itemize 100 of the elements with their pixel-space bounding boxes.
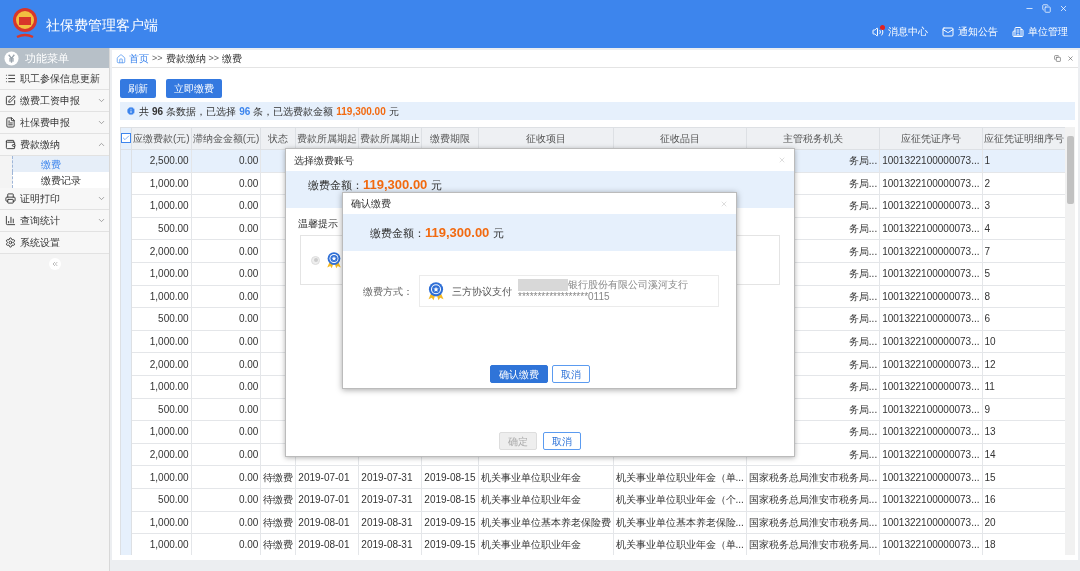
table-cell: 1,000.00 (149, 426, 189, 438)
cancel-button[interactable]: 取消 (543, 432, 581, 450)
table-cell: 1,000.00 (149, 336, 189, 348)
table-cell: 2,000.00 (149, 245, 189, 257)
table-cell: 机关事业单位职业年金 (480, 471, 581, 483)
table-cell: 1,000.00 (149, 290, 189, 302)
table-cell: 0.00 (238, 449, 259, 460)
table-cell: 15 (984, 471, 996, 483)
confirm-button[interactable]: 确认缴费 (489, 365, 548, 383)
count-value: 96 (239, 104, 251, 119)
table-cell: 0.00 (238, 200, 259, 212)
table-cell: 0.00 (238, 381, 259, 393)
table-cell: 12 (984, 358, 996, 370)
table-cell: 2019-09-15 (424, 516, 476, 528)
table-row[interactable]: 500.00 0.00 待缴费 2019-07-01 2019-07-31 2019-08-15 机关事业单位职业年金 机关事业单位职业年金（个... 国家税务总局淮安市税务局... 1001322100000073... 16 (120, 488, 1065, 511)
table-cell: 待缴费 (263, 471, 294, 483)
table-row[interactable]: 1,000.00 0.00 待缴费 2019-08-01 2019-08-31 2019-09-15 机关事业单位基本养老保险费 机关事业单位基本养老保险... 国家税务总局淮安市税务局... 1001322100000073... 20 (120, 511, 1065, 534)
column-header: 应缴费款(元) (131, 127, 192, 150)
info-text: 条数据，已选择 (166, 104, 237, 119)
table-cell: 1001322100000073... (882, 245, 980, 257)
header-link[interactable]: 消息中心 (888, 24, 928, 39)
table-cell: 500.00 (158, 494, 189, 506)
table-cell: 0.00 (238, 177, 259, 189)
toolbar-button[interactable]: 立即缴费 (166, 79, 222, 98)
toolbar-button[interactable]: 刷新 (120, 79, 156, 98)
amount-value: 119,300.00 (425, 225, 490, 239)
header-link[interactable]: 单位管理 (1028, 24, 1068, 39)
table-cell: 2019-08-15 (424, 471, 476, 483)
table-cell: 2019-07-31 (361, 471, 413, 483)
table-cell: 0.00 (238, 426, 259, 438)
table-cell: 1,000.00 (149, 381, 189, 393)
table-cell: 务局... (848, 155, 878, 167)
table-row[interactable]: 1,000.00 0.00 待缴费 2019-08-01 2019-08-31 2019-09-15 机关事业单位职业年金 机关事业单位职业年金（单... 国家税务总局淮安市税务局... 1001322100000073... 18 (120, 533, 1065, 555)
table-cell: 务局... (848, 358, 878, 370)
table-cell: 务局... (848, 336, 878, 348)
table-cell: 1,000.00 (149, 516, 189, 528)
info-text: 元 (388, 104, 399, 119)
table-cell: 0.00 (238, 358, 259, 370)
count-value: 96 (152, 104, 164, 119)
table-cell: 14 (984, 449, 996, 460)
tip-label: 温馨提示 (298, 217, 338, 231)
info-text: 共 (139, 104, 149, 119)
table-cell: 1,000.00 (149, 177, 189, 189)
table-cell: 1001322100000073... (882, 381, 980, 393)
header-link[interactable]: 通知公告 (958, 24, 998, 39)
table-cell: 务局... (848, 381, 878, 393)
table-cell: 务局... (848, 290, 878, 302)
column-header: 应征凭证序号 (879, 127, 982, 150)
amount-value: 119,300.00 (363, 178, 428, 191)
table-cell: 0.00 (238, 336, 259, 348)
table-cell: 务局... (848, 268, 878, 280)
table-cell: 0.00 (238, 155, 259, 167)
table-cell: 1,000.00 (149, 268, 189, 280)
table-cell: 2019-07-01 (298, 494, 350, 506)
table-cell: 1001322100000073... (882, 313, 980, 325)
table-cell: 1001322100000073... (882, 516, 980, 528)
table-cell: 1001322100000073... (882, 358, 980, 370)
table-cell: 务局... (848, 200, 878, 212)
submenu-item[interactable]: 缴费记录 (12, 172, 109, 188)
amount-value: 119,300.00 (336, 104, 386, 119)
table-cell: 1 (984, 155, 991, 167)
table-cell: 国家税务总局淮安市税务局... (748, 494, 878, 506)
table-cell: 1001322100000073... (882, 268, 980, 280)
table-cell: 待缴费 (263, 516, 294, 528)
table-cell: 2019-08-15 (424, 494, 476, 506)
table-cell: 16 (984, 494, 996, 506)
table-cell: 机关事业单位职业年金 (480, 494, 581, 506)
table-cell: 2 (984, 177, 991, 189)
table-cell: 2019-08-01 (298, 539, 350, 551)
amount-label: 缴费金额： (308, 179, 363, 192)
table-cell: 3 (984, 200, 991, 212)
table-cell: 1001322100000073... (882, 539, 980, 551)
table-cell: 1,000.00 (149, 200, 189, 212)
table-cell: 9 (984, 403, 991, 415)
table-cell: 0.00 (238, 516, 259, 528)
payment-method-card[interactable]: 三方协议支付 银行股份有限公司溪河支行 ******************0115 (419, 275, 719, 307)
table-cell: 0.00 (238, 268, 259, 280)
table-cell: 机关事业单位职业年金 (480, 539, 581, 551)
cancel-button[interactable]: 取消 (551, 365, 590, 383)
breadcrumb-link[interactable]: 首页 (129, 51, 149, 66)
app-title: 社保费管理客户端 (46, 16, 158, 35)
table-cell: 2019-07-31 (361, 494, 413, 506)
table-cell: 1001322100000073... (882, 200, 980, 212)
table-row[interactable]: 1,000.00 0.00 待缴费 2019-07-01 2019-07-31 2019-08-15 机关事业单位职业年金 机关事业单位职业年金（单... 国家税务总局淮安市税务局... 1001322100000073... 15 (120, 465, 1065, 489)
table-cell: 1001322100000073... (882, 223, 980, 235)
table-cell: 务局... (848, 245, 878, 257)
table-cell: 8 (984, 290, 991, 302)
table-cell: 1,000.00 (149, 539, 189, 551)
table-cell: 500.00 (158, 403, 189, 415)
table-cell: 0.00 (238, 313, 259, 325)
table-cell: 0.00 (238, 471, 259, 483)
dialog-title: 选择缴费账号 (294, 153, 354, 168)
table-cell: 1001322100000073... (882, 336, 980, 348)
sidebar-title: 功能菜单 (25, 50, 69, 66)
table-cell: 500.00 (158, 223, 189, 235)
table-cell: 2,500.00 (149, 155, 189, 167)
currency-unit: 元 (431, 179, 443, 192)
table-cell: 待缴费 (263, 539, 294, 551)
table-cell: 务局... (848, 313, 878, 325)
table-cell: 2019-07-01 (298, 471, 350, 483)
